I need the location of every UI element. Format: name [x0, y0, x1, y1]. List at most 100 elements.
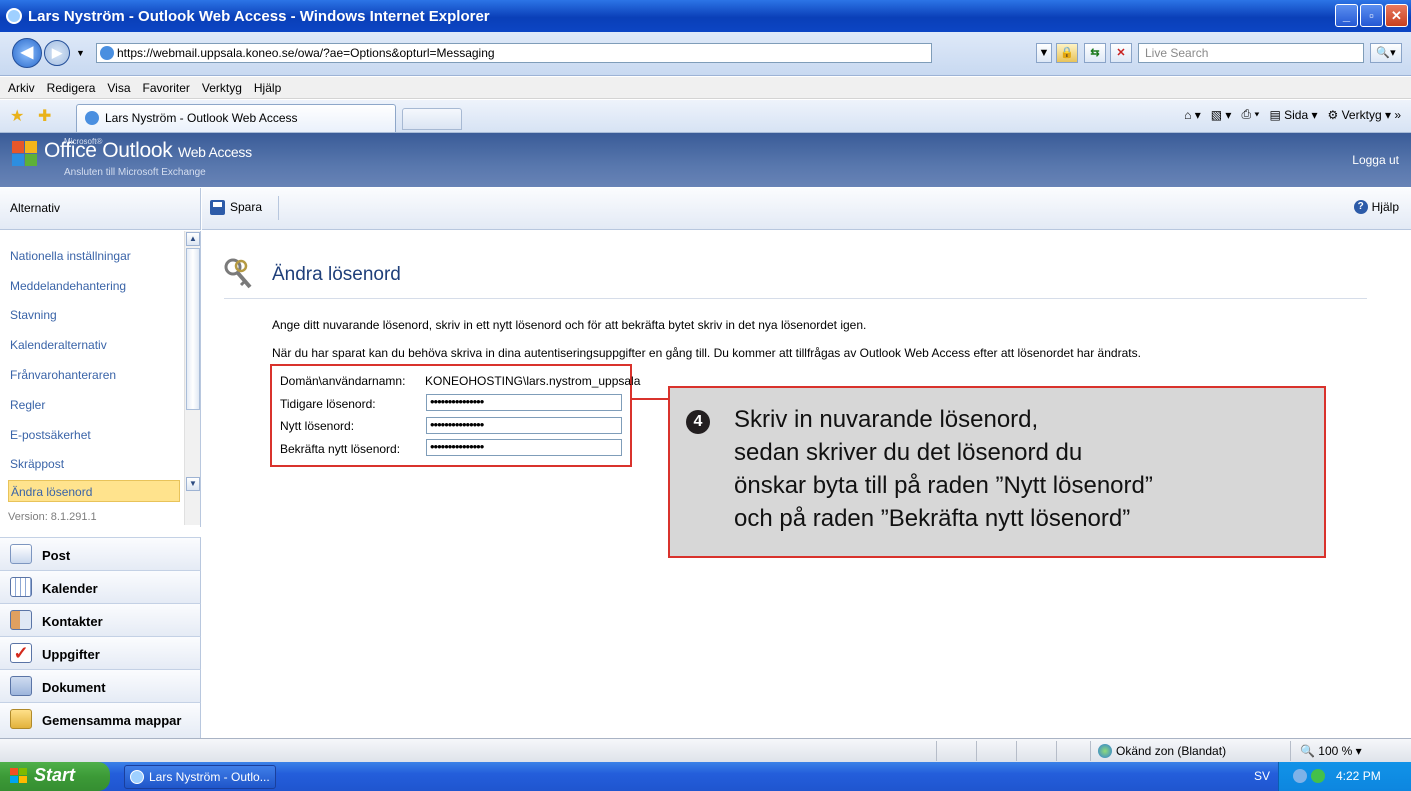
zoom-control[interactable]: 🔍 100 % ▾: [1300, 744, 1362, 758]
menu-item-hjalp[interactable]: Hjälp: [254, 81, 281, 95]
save-button[interactable]: Spara: [210, 200, 262, 215]
module-calendar[interactable]: Kalender: [0, 570, 201, 603]
window-title-bar: Lars Nyström - Outlook Web Access - Wind…: [0, 0, 1411, 32]
search-placeholder: Live Search: [1145, 46, 1209, 60]
home-icon[interactable]: ⌂ ▾: [1184, 108, 1201, 122]
sidebar-item-rules[interactable]: Regler: [10, 398, 45, 412]
taskbar: Start Lars Nyström - Outlo... SV 4:22 PM: [0, 762, 1411, 791]
sidebar-item-out-of-office[interactable]: Frånvarohanteraren: [10, 368, 116, 382]
history-dropdown-icon[interactable]: ▼: [76, 48, 85, 58]
page-menu-label: Sida: [1284, 107, 1309, 122]
clock: 4:22 PM: [1336, 769, 1381, 783]
taskbar-item-label: Lars Nyström - Outlo...: [149, 770, 270, 784]
feeds-icon[interactable]: ▧ ▾: [1211, 108, 1232, 122]
new-tab-button[interactable]: [402, 108, 462, 130]
start-label: Start: [34, 765, 76, 785]
old-password-field[interactable]: •••••••••••••••: [426, 394, 622, 411]
module-contacts[interactable]: Kontakter: [0, 603, 201, 636]
menu-bar: Arkiv Redigera Visa Favoriter Verktyg Hj…: [0, 77, 1411, 99]
logout-link[interactable]: Logga ut: [1352, 153, 1399, 167]
status-bar: Okänd zon (Blandat) 🔍 100 % ▾: [0, 738, 1411, 762]
windows-flag-icon: [10, 768, 28, 785]
refresh-button[interactable]: ⇆: [1084, 43, 1106, 63]
forward-button[interactable]: ▶: [44, 40, 70, 66]
module-post[interactable]: Post: [0, 537, 201, 570]
page-favicon-icon: [100, 46, 114, 60]
url-input[interactable]: https://webmail.uppsala.koneo.se/owa/?ae…: [96, 43, 932, 63]
menu-item-visa[interactable]: Visa: [107, 81, 130, 95]
minimize-button[interactable]: _: [1335, 4, 1358, 27]
maximize-button[interactable]: ▫: [1360, 4, 1383, 27]
content-toolbar: Spara ? Hjälp: [202, 188, 1411, 230]
address-toolbar: ◀ ▶ ▼ https://webmail.uppsala.koneo.se/o…: [0, 32, 1411, 76]
module-tasks[interactable]: ✓ Uppgifter: [0, 636, 201, 669]
url-dropdown-icon[interactable]: ▼: [1036, 43, 1052, 63]
language-indicator[interactable]: SV: [1254, 769, 1270, 783]
scroll-up-icon[interactable]: ▲: [186, 232, 200, 246]
close-window-button[interactable]: ✕: [1385, 4, 1408, 27]
module-label: Uppgifter: [42, 647, 100, 662]
globe-icon: [1098, 744, 1112, 758]
search-input[interactable]: Live Search: [1138, 43, 1364, 63]
status-divider: [976, 741, 977, 761]
window-title: Lars Nyström - Outlook Web Access - Wind…: [28, 7, 490, 25]
floppy-icon: [210, 200, 225, 215]
sidebar-item-spelling[interactable]: Stavning: [10, 308, 57, 322]
help-icon: ?: [1353, 200, 1368, 214]
sidebar-item-junk-email[interactable]: Skräppost: [10, 457, 64, 471]
menu-item-verktyg[interactable]: Verktyg: [202, 81, 242, 95]
search-icon[interactable]: 🔍▾: [1370, 43, 1402, 63]
module-label: Kalender: [42, 581, 98, 596]
ie-logo-icon: [6, 8, 22, 24]
stop-button[interactable]: ✕: [1110, 43, 1132, 63]
sidebar-item-email-security[interactable]: E-postsäkerhet: [10, 428, 91, 442]
page-menu[interactable]: ▤ Sida ▾: [1269, 108, 1317, 122]
step-number-badge: 4: [686, 410, 710, 434]
security-zone[interactable]: Okänd zon (Blandat): [1098, 744, 1226, 758]
menu-item-redigera[interactable]: Redigera: [47, 81, 96, 95]
module-label: Dokument: [42, 680, 106, 695]
module-label: Kontakter: [42, 614, 103, 629]
module-documents[interactable]: Dokument: [0, 669, 201, 702]
nav-scrollbar[interactable]: ▲ ▼: [184, 231, 200, 525]
favorites-star-icon[interactable]: ★: [10, 106, 24, 126]
start-button[interactable]: Start: [0, 762, 110, 791]
status-divider: [1090, 741, 1091, 761]
sidebar-item-messaging[interactable]: Meddelandehantering: [10, 279, 126, 293]
callout-line: önskar byta till på raden ”Nytt lösenord…: [734, 472, 1153, 499]
menu-item-favoriter[interactable]: Favoriter: [143, 81, 190, 95]
print-icon[interactable]: ⎙ ▾: [1241, 107, 1259, 122]
tab-outlook-web-access[interactable]: Lars Nyström - Outlook Web Access: [76, 104, 396, 132]
system-tray: 4:22 PM: [1278, 762, 1411, 791]
confirm-password-field[interactable]: •••••••••••••••: [426, 439, 622, 456]
module-public-folders[interactable]: Gemensamma mappar: [0, 702, 201, 738]
scroll-thumb[interactable]: [186, 248, 200, 410]
help-button[interactable]: ? Hjälp: [1353, 200, 1399, 214]
confirm-password-label: Bekräfta nytt lösenord:: [280, 442, 401, 456]
instruction-text: Ange ditt nuvarande lösenord, skriv in e…: [272, 318, 867, 332]
lock-icon[interactable]: 🔒: [1056, 43, 1078, 63]
callout-line: Skriv in nuvarande lösenord,: [734, 406, 1039, 433]
sidebar-item-change-password[interactable]: Ändra lösenord: [8, 480, 180, 502]
tools-menu[interactable]: ⚙ Verktyg ▾ »: [1328, 108, 1402, 122]
old-password-label: Tidigare lösenord:: [280, 397, 376, 411]
sidebar-item-calendar-options[interactable]: Kalenderalternativ: [10, 338, 107, 352]
command-bar: ⌂ ▾ ▧ ▾ ⎙ ▾ ▤ Sida ▾ ⚙ Verktyg ▾ »: [1184, 107, 1401, 122]
contacts-icon: [10, 610, 32, 630]
scroll-down-icon[interactable]: ▼: [186, 477, 200, 491]
sidebar-item-national-settings[interactable]: Nationella inställningar: [10, 249, 131, 263]
url-text: https://webmail.uppsala.koneo.se/owa/?ae…: [117, 46, 495, 60]
status-divider: [1016, 741, 1017, 761]
brand-sub: Web Access: [178, 144, 252, 160]
callout-connector: [632, 398, 670, 400]
add-favorite-icon[interactable]: ✚: [38, 106, 51, 126]
new-password-label: Nytt lösenord:: [280, 419, 355, 433]
new-password-field[interactable]: •••••••••••••••: [426, 417, 622, 434]
tasks-check-icon: ✓: [10, 643, 32, 663]
back-button[interactable]: ◀: [12, 38, 42, 68]
menu-item-arkiv[interactable]: Arkiv: [8, 81, 35, 95]
taskbar-item-ie[interactable]: Lars Nyström - Outlo...: [124, 765, 276, 789]
tray-security-icon[interactable]: [1311, 769, 1325, 783]
tray-network-icon[interactable]: [1293, 769, 1307, 783]
tab-favicon-icon: [85, 111, 99, 125]
